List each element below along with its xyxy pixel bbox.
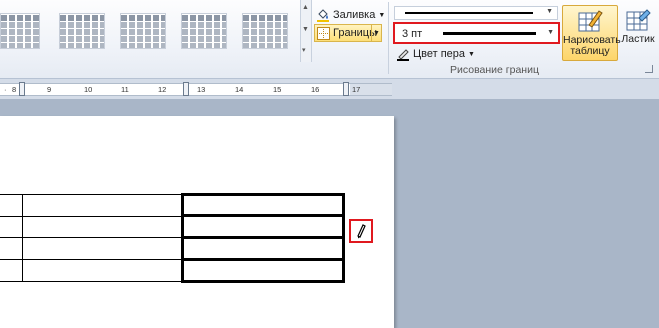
table-border-thick <box>181 236 345 239</box>
ribbon: ▲ ▼ ▾ Заливка ▼ Границы ▼ ▼ 3 пт ▼ Цвет … <box>0 0 659 79</box>
table-style-thumb[interactable] <box>120 13 166 49</box>
draw-table-label-line2: таблицу <box>570 45 610 57</box>
horizontal-ruler-bar: · 8 9 10 11 12 13 14 15 16 17 <box>0 79 659 99</box>
chevron-down-icon: ▼ <box>468 50 475 58</box>
eraser-icon <box>626 9 651 31</box>
shading-button[interactable]: Заливка ▼ <box>316 7 385 23</box>
pen-weight-preview <box>443 32 536 35</box>
ruler-tick: 17 <box>352 85 361 94</box>
chevron-down-icon: ▼ <box>546 8 553 15</box>
ruler-tick: 12 <box>158 85 167 94</box>
chevron-down-icon: ▼ <box>378 11 386 19</box>
chevron-down-icon[interactable]: ▼ <box>371 25 381 41</box>
table-style-thumb[interactable] <box>59 13 105 49</box>
shading-borders-group: Заливка ▼ Границы ▼ <box>312 0 386 62</box>
document-page[interactable] <box>0 116 394 328</box>
table-style-thumb[interactable] <box>0 13 40 49</box>
ruler-tick: 15 <box>273 85 282 94</box>
table-border <box>0 237 183 238</box>
ruler-tick: 8 <box>12 85 17 94</box>
pen-weight-value: 3 пт <box>402 28 423 40</box>
pen-weight-dropdown[interactable]: 3 пт ▼ <box>393 22 560 44</box>
table-border <box>0 259 183 260</box>
pen-color-button[interactable]: Цвет пера ▼ <box>396 47 475 61</box>
pencil-cursor-icon <box>349 219 373 243</box>
ruler-column-marker[interactable] <box>19 82 25 96</box>
pen-color-label: Цвет пера <box>413 48 466 60</box>
eraser-label: Ластик <box>621 33 655 45</box>
draw-table-button[interactable]: Нарисовать таблицу <box>562 5 621 61</box>
line-style-preview <box>405 12 533 14</box>
scroll-down-icon[interactable]: ▼ <box>302 26 309 33</box>
ruler-tick: 10 <box>84 85 93 94</box>
line-style-dropdown[interactable]: ▼ <box>394 6 558 20</box>
paint-bucket-icon <box>317 9 329 22</box>
dialog-launcher-icon[interactable] <box>645 65 653 73</box>
table-styles-gallery <box>0 0 301 62</box>
table-border <box>0 281 183 282</box>
table-style-thumb[interactable] <box>181 13 227 49</box>
pen-color-icon <box>397 49 409 61</box>
ruler-tick: 14 <box>235 85 244 94</box>
table-border-thick <box>181 258 345 261</box>
draw-borders-group: ▼ 3 пт ▼ Цвет пера ▼ Нарисовать таблицу … <box>390 0 659 78</box>
table-border <box>0 216 183 217</box>
table-border-thick <box>181 193 345 196</box>
shading-label: Заливка <box>333 9 376 21</box>
table-border <box>0 194 183 195</box>
draw-borders-group-label: Рисование границ <box>450 64 539 76</box>
table-border-thick <box>181 214 345 217</box>
ruler-tick: · <box>4 85 7 94</box>
ruler-column-marker[interactable] <box>343 82 349 96</box>
ruler-tick: 9 <box>47 85 52 94</box>
eraser-button[interactable]: Ластик <box>620 5 656 61</box>
borders-icon <box>317 26 330 40</box>
table-border-thick <box>181 280 345 283</box>
gallery-more-icon[interactable]: ▾ <box>302 46 306 54</box>
table-style-thumb[interactable] <box>242 13 288 49</box>
ruler-column-marker[interactable] <box>183 82 189 96</box>
ruler-tick: 11 <box>121 85 129 94</box>
group-divider <box>388 2 389 74</box>
draw-table-icon <box>578 10 603 32</box>
scroll-up-icon[interactable]: ▲ <box>302 4 309 11</box>
ruler-tick: 13 <box>197 85 206 94</box>
chevron-down-icon: ▼ <box>547 29 554 36</box>
ruler-tick: 16 <box>311 85 320 94</box>
gallery-scrollbar[interactable]: ▲ ▼ ▾ <box>300 0 312 62</box>
table-border <box>22 194 23 282</box>
borders-button[interactable]: Границы ▼ <box>314 24 382 42</box>
horizontal-ruler[interactable]: · 8 9 10 11 12 13 14 15 16 17 <box>0 82 392 96</box>
